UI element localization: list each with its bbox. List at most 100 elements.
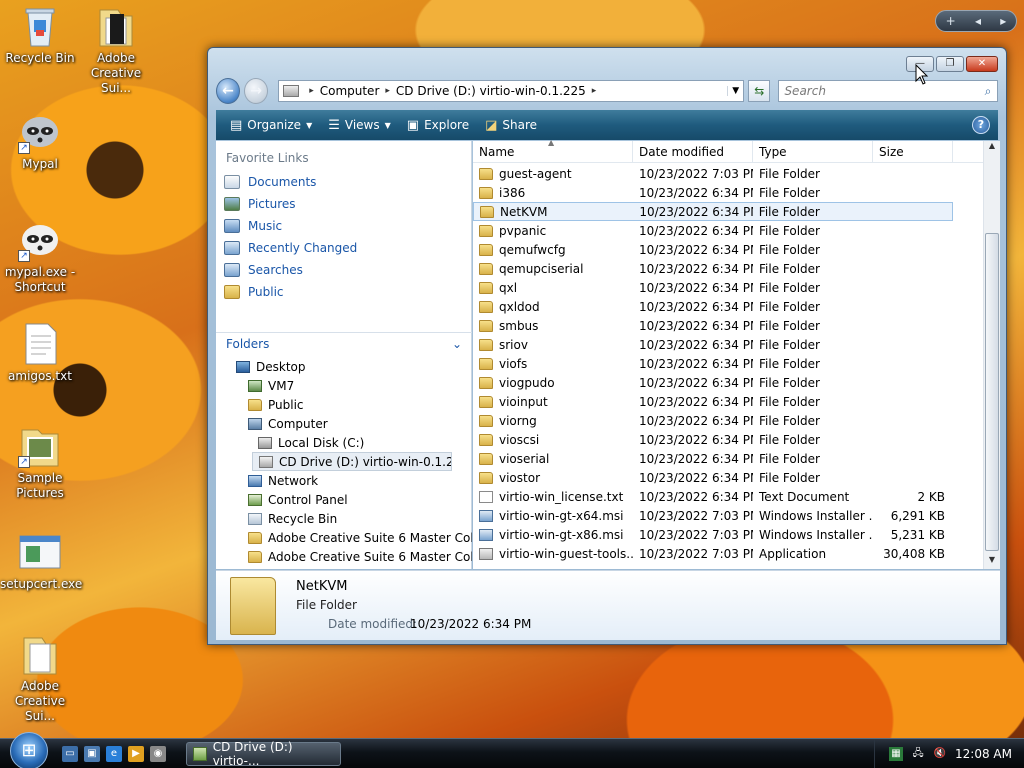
maximize-button[interactable]: ❐ — [936, 56, 964, 72]
tree-item-local-disk[interactable]: Local Disk (C:) — [216, 433, 472, 452]
column-header-type[interactable]: Type — [753, 141, 873, 162]
desktop-icon-recycle-bin[interactable]: Recycle Bin — [0, 4, 80, 66]
breadcrumb-separator-icon[interactable]: ▸ — [385, 86, 390, 96]
favorite-link-recently-changed[interactable]: Recently Changed — [216, 237, 471, 259]
desktop-icon-sample-pictures[interactable]: ↗ Sample Pictures — [0, 424, 80, 501]
file-row[interactable]: qemufwcfg 10/23/2022 6:34 PM File Folder — [473, 240, 1000, 259]
file-row[interactable]: viogpudo 10/23/2022 6:34 PM File Folder — [473, 373, 1000, 392]
organize-button[interactable]: ▤ Organize ▼ — [222, 113, 320, 137]
tree-item-network[interactable]: Network — [216, 471, 472, 490]
file-row[interactable]: qxldod 10/23/2022 6:34 PM File Folder — [473, 297, 1000, 316]
scrollbar-thumb[interactable] — [985, 233, 999, 551]
file-row[interactable]: vioscsi 10/23/2022 6:34 PM File Folder — [473, 430, 1000, 449]
desktop-icon-adobe-cs-1[interactable]: Adobe Creative Sui... — [76, 4, 156, 96]
file-row[interactable]: guest-agent 10/23/2022 7:03 PM File Folder — [473, 164, 1000, 183]
tree-item-vm7[interactable]: VM7 — [216, 376, 472, 395]
file-date: 10/23/2022 6:34 PM — [639, 470, 753, 485]
folders-header[interactable]: Folders ⌄ — [216, 332, 472, 354]
next-gadget-icon[interactable]: ▸ — [1000, 14, 1006, 28]
address-dropdown-icon[interactable]: ▼ — [727, 86, 743, 96]
file-size: 2 KB — [917, 489, 945, 504]
taskbar-window-button[interactable]: CD Drive (D:) virtio-... — [186, 740, 341, 768]
breadcrumb-computer[interactable]: Computer — [320, 84, 380, 98]
favorite-link-music[interactable]: Music — [216, 215, 471, 237]
file-type: File Folder — [759, 451, 820, 466]
favorite-link-searches[interactable]: Searches — [216, 259, 471, 281]
column-header-date[interactable]: Date modified — [633, 141, 753, 162]
clock[interactable]: 12:08 AM — [955, 747, 1012, 761]
file-row[interactable]: viorng 10/23/2022 6:34 PM File Folder — [473, 411, 1000, 430]
file-name: sriov — [499, 337, 528, 352]
file-date: 10/23/2022 6:34 PM — [639, 280, 753, 295]
breadcrumb-cd-drive[interactable]: CD Drive (D:) virtio-win-0.1.225 — [396, 84, 586, 98]
explore-button[interactable]: ▣ Explore — [399, 113, 477, 137]
tree-item-desktop[interactable]: Desktop — [216, 357, 472, 376]
scroll-up-icon[interactable]: ▲ — [984, 141, 1000, 155]
tree-item-control-panel[interactable]: Control Panel — [216, 490, 472, 509]
column-header-name[interactable]: ▲ Name — [473, 138, 633, 162]
file-row[interactable]: smbus 10/23/2022 6:34 PM File Folder — [473, 316, 1000, 335]
column-header-size[interactable]: Size — [873, 141, 953, 162]
favorite-link-pictures[interactable]: Pictures — [216, 193, 471, 215]
language-icon[interactable]: ▦ — [889, 746, 904, 761]
file-row[interactable]: vioserial 10/23/2022 6:34 PM File Folder — [473, 449, 1000, 468]
tree-item-adobe-cs-1[interactable]: Adobe Creative Suite 6 Master Collecti — [216, 528, 472, 547]
desktop-icon-mypal-shortcut[interactable]: ↗ mypal.exe - Shortcut — [0, 218, 80, 295]
tree-item-public[interactable]: Public — [216, 395, 472, 414]
start-button[interactable]: ⊞ — [10, 731, 48, 768]
file-row[interactable]: virtio-win-guest-tools.... 10/23/2022 7:0… — [473, 544, 1000, 563]
installer-icon — [479, 509, 493, 522]
desktop-icon-setupcert[interactable]: setupcert.exe — [0, 530, 82, 592]
file-row[interactable]: virtio-win-gt-x64.msi 10/23/2022 7:03 PM W… — [473, 506, 1000, 525]
add-gadget-icon[interactable]: + — [946, 14, 956, 28]
tree-item-adobe-cs-2[interactable]: Adobe Creative Suite 6 Master Collecti — [216, 547, 472, 566]
file-row[interactable]: viostor 10/23/2022 6:34 PM File Folder — [473, 468, 1000, 487]
desktop-icon-mypal[interactable]: ↗ Mypal — [0, 110, 80, 172]
help-button[interactable]: ? — [972, 116, 990, 134]
pictures-icon — [224, 197, 240, 211]
breadcrumb-separator-icon[interactable]: ▸ — [592, 86, 597, 96]
close-button[interactable]: ✕ — [966, 56, 998, 72]
file-name: pvpanic — [499, 223, 547, 238]
file-name: qxl — [499, 280, 518, 295]
search-input[interactable]: Search ⌕ — [778, 80, 999, 102]
switch-windows-icon[interactable]: ▣ — [84, 745, 100, 762]
file-row-selected[interactable]: NetKVM 10/23/2022 6:34 PM File Folder — [473, 202, 953, 221]
file-row[interactable]: qemupciserial 10/23/2022 6:34 PM File Fold… — [473, 259, 1000, 278]
favorite-link-public[interactable]: Public — [216, 281, 471, 303]
forward-button[interactable]: → — [244, 78, 269, 104]
tree-item-cd-drive[interactable]: CD Drive (D:) virtio-win-0.1.225 — [252, 452, 452, 471]
file-row[interactable]: i386 10/23/2022 6:34 PM File Folder — [473, 183, 1000, 202]
scroll-down-icon[interactable]: ▼ — [984, 555, 1000, 569]
previous-gadget-icon[interactable]: ◂ — [975, 14, 981, 28]
back-button[interactable]: ← — [216, 78, 241, 104]
folder-icon — [479, 433, 493, 446]
file-row[interactable]: virtio-win_license.txt 10/23/2022 6:34 PM… — [473, 487, 1000, 506]
network-status-icon[interactable]: 🖧 — [911, 747, 925, 761]
refresh-button[interactable]: ⇆ — [748, 80, 771, 102]
desktop-icon-amigos-txt[interactable]: amigos.txt — [0, 322, 80, 384]
favorite-link-documents[interactable]: Documents — [216, 171, 471, 193]
folder-icon — [248, 398, 262, 411]
file-row[interactable]: pvpanic 10/23/2022 6:34 PM File Folder — [473, 221, 1000, 240]
forward-arrow-icon: → — [250, 83, 262, 99]
file-row[interactable]: virtio-win-gt-x86.msi 10/23/2022 7:03 PM W… — [473, 525, 1000, 544]
file-row[interactable]: vioinput 10/23/2022 6:34 PM File Folder — [473, 392, 1000, 411]
views-button[interactable]: ☰ Views ▼ — [320, 113, 399, 137]
desktop-icon-adobe-cs-2[interactable]: Adobe Creative Sui... — [0, 632, 80, 724]
file-row[interactable]: qxl 10/23/2022 6:34 PM File Folder — [473, 278, 1000, 297]
file-row[interactable]: sriov 10/23/2022 6:34 PM File Folder — [473, 335, 1000, 354]
address-bar[interactable]: ▸ Computer ▸ CD Drive (D:) virtio-win-0.… — [278, 80, 745, 102]
search-icon[interactable]: ⌕ — [979, 84, 997, 99]
vertical-scrollbar[interactable]: ▲ ▼ — [983, 141, 1000, 569]
share-button[interactable]: ◪ Share — [477, 113, 545, 137]
internet-explorer-icon[interactable]: e — [106, 745, 122, 762]
tree-item-computer[interactable]: Computer — [216, 414, 472, 433]
volume-muted-icon[interactable]: 🔇 — [933, 747, 947, 761]
media-player-icon[interactable]: ▶ — [128, 745, 144, 762]
show-desktop-icon[interactable]: ▭ — [62, 745, 78, 762]
tree-item-recycle-bin[interactable]: Recycle Bin — [216, 509, 472, 528]
mypal-icon[interactable]: ◉ — [150, 745, 166, 762]
file-row[interactable]: viofs 10/23/2022 6:34 PM File Folder — [473, 354, 1000, 373]
breadcrumb-separator-icon[interactable]: ▸ — [309, 86, 314, 96]
